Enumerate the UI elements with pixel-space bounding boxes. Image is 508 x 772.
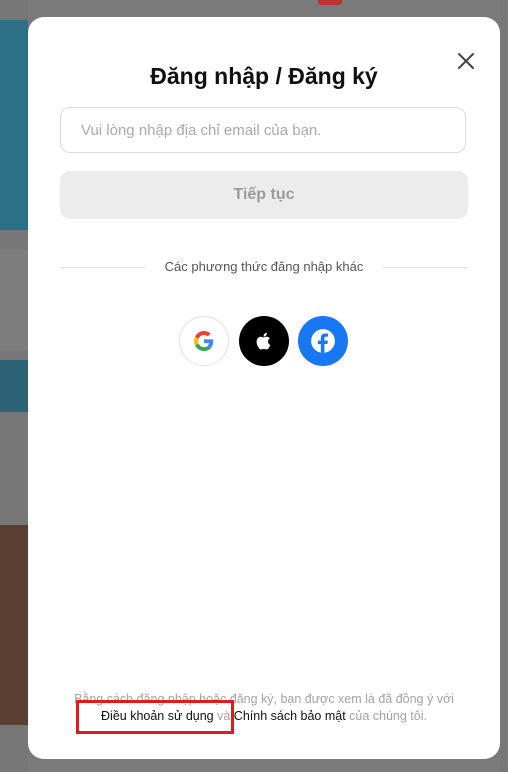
- background-card: [0, 250, 28, 350]
- email-input[interactable]: [60, 107, 466, 153]
- background-banner-2: [0, 360, 28, 412]
- highlight-box: [76, 700, 234, 734]
- background-badge: [318, 0, 342, 5]
- continue-button[interactable]: Tiếp tục: [60, 171, 468, 219]
- privacy-policy-link[interactable]: Chính sách bảo mật: [234, 709, 346, 723]
- apple-login-button[interactable]: [239, 316, 289, 366]
- close-icon: [458, 53, 474, 69]
- terms-suffix: của chúng tôi.: [345, 709, 427, 723]
- close-button[interactable]: [455, 50, 477, 72]
- facebook-login-button[interactable]: [298, 316, 348, 366]
- apple-icon: [256, 332, 271, 350]
- google-icon: [194, 331, 214, 351]
- modal-title: Đăng nhập / Đăng ký: [150, 63, 378, 89]
- background-right-edge: [500, 0, 508, 772]
- divider-right: [382, 267, 468, 268]
- background-left-edge: [0, 0, 28, 772]
- facebook-icon: [311, 329, 335, 353]
- google-login-button[interactable]: [179, 316, 229, 366]
- background-banner: [0, 20, 28, 230]
- background-image: [0, 525, 28, 725]
- login-modal: Đăng nhập / Đăng ký Tiếp tục Các phương …: [28, 17, 500, 759]
